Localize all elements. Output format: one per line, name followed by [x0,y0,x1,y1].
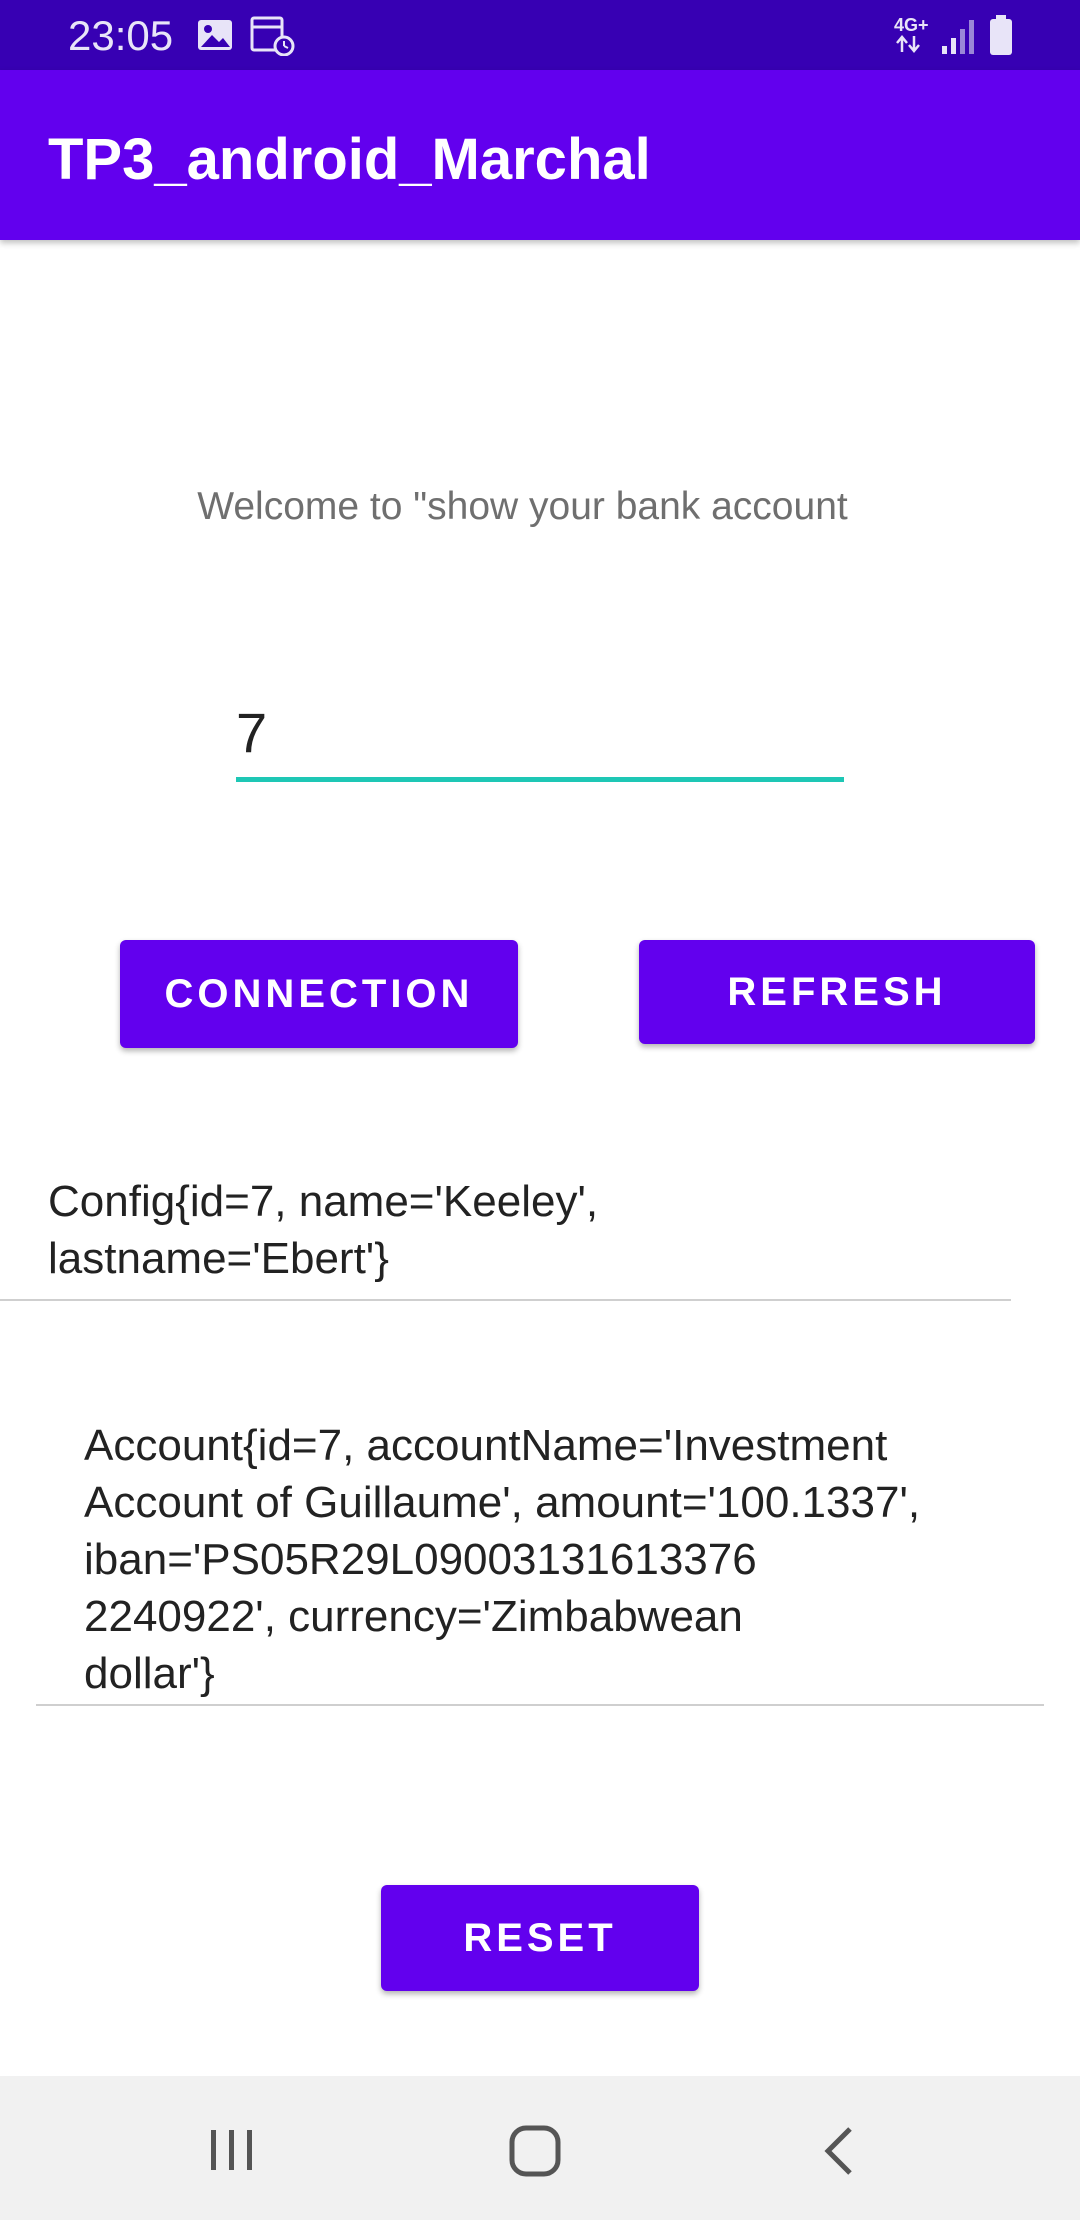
account-id-field[interactable] [236,690,844,782]
connection-button[interactable]: CONNECTION [120,940,518,1048]
account-line-2: Account of Guillaume', amount='100.1337'… [84,1478,921,1527]
network-label: 4G+ [894,15,929,35]
app-bar: TP3_android_Marchal [0,70,1080,240]
welcome-text: Welcome to "show your bank account [197,485,848,528]
recents-icon[interactable] [208,2126,256,2179]
app-title: TP3_android_Marchal [48,127,651,192]
account-line-4: 2240922', currency='Zimbabwean [84,1592,743,1641]
signal-icon [940,18,976,61]
status-bar: 23:05 4G+ [0,0,1080,70]
account-line-5: dollar'} [84,1649,215,1698]
account-id-input[interactable] [236,690,844,774]
account-text: Account{id=7, accountName='Investment Ac… [84,1417,1044,1702]
navigation-bar [0,2076,1080,2220]
account-divider [36,1704,1044,1706]
account-line-1: Account{id=7, accountName='Investment [84,1421,888,1470]
calendar-clock-icon [250,16,296,61]
input-underline [236,777,844,782]
config-divider [0,1299,1011,1301]
config-line-1: Config{id=7, name='Keeley', [48,1177,599,1226]
battery-icon [988,14,1014,61]
image-icon [196,16,234,59]
status-time: 23:05 [68,12,174,59]
reset-button[interactable]: RESET [381,1885,699,1991]
account-line-3: iban='PS05R29L09003131613376 [84,1535,757,1584]
config-line-2: lastname='Ebert'} [48,1234,389,1283]
4g-plus-icon: 4G+ [894,16,929,54]
home-icon[interactable] [508,2124,562,2183]
back-icon[interactable] [818,2124,858,2183]
config-text: Config{id=7, name='Keeley', lastname='Eb… [48,1173,1008,1287]
refresh-button[interactable]: REFRESH [639,940,1035,1044]
